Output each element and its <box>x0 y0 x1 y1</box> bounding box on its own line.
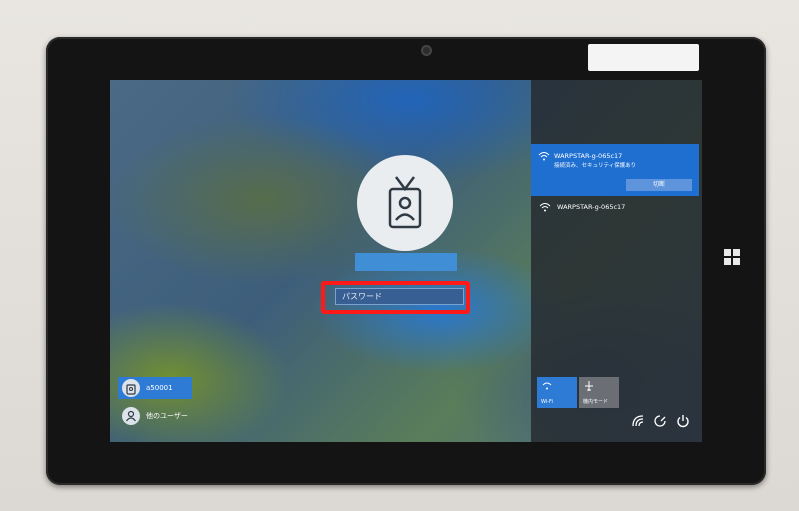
id-badge-icon <box>388 176 422 229</box>
username-label <box>355 253 457 271</box>
wifi-status: 接続済み、セキュリティ保護あり <box>554 163 637 169</box>
user-icon <box>122 407 140 425</box>
user-avatar <box>357 155 453 251</box>
wifi-network-item[interactable]: WARPSTAR-g-065c17 <box>539 201 625 213</box>
wifi-ssid: WARPSTAR-g-065c17 <box>557 203 626 211</box>
wifi-toggle-tile[interactable]: Wi-Fi <box>537 377 577 408</box>
windows-logo-button[interactable] <box>724 249 740 265</box>
network-icon[interactable] <box>631 414 645 428</box>
user-item-current[interactable]: a50001 <box>118 377 192 399</box>
user-name: a50001 <box>146 384 173 392</box>
wifi-network-connected[interactable]: WARPSTAR-g-065c17 接続済み、セキュリティ保護あり 切断 <box>531 144 699 196</box>
tile-label: 機内モード <box>583 399 609 405</box>
wifi-secured-icon <box>538 152 550 161</box>
user-item-other[interactable]: 他のユーザー <box>118 405 192 427</box>
disconnect-button[interactable]: 切断 <box>626 179 692 191</box>
front-camera <box>421 45 432 56</box>
password-input[interactable]: パスワード <box>335 288 464 305</box>
other-user-label: 他のユーザー <box>146 412 188 420</box>
wifi-icon <box>542 382 552 390</box>
airplane-mode-tile[interactable]: 機内モード <box>579 377 619 408</box>
id-badge-icon <box>122 379 140 397</box>
lock-screen: パスワード a50001 他のユーザー WARPSTAR-g-065c17 接続… <box>110 80 702 442</box>
wifi-secured-icon <box>539 203 551 212</box>
airplane-icon <box>585 381 593 391</box>
network-flyout: WARPSTAR-g-065c17 接続済み、セキュリティ保護あり 切断 WAR… <box>531 80 702 442</box>
wifi-ssid: WARPSTAR-g-065c17 <box>554 152 623 160</box>
label-sticker <box>588 44 699 71</box>
power-icon[interactable] <box>676 414 690 428</box>
ease-of-access-icon[interactable] <box>653 414 667 428</box>
tile-label: Wi-Fi <box>541 399 553 405</box>
